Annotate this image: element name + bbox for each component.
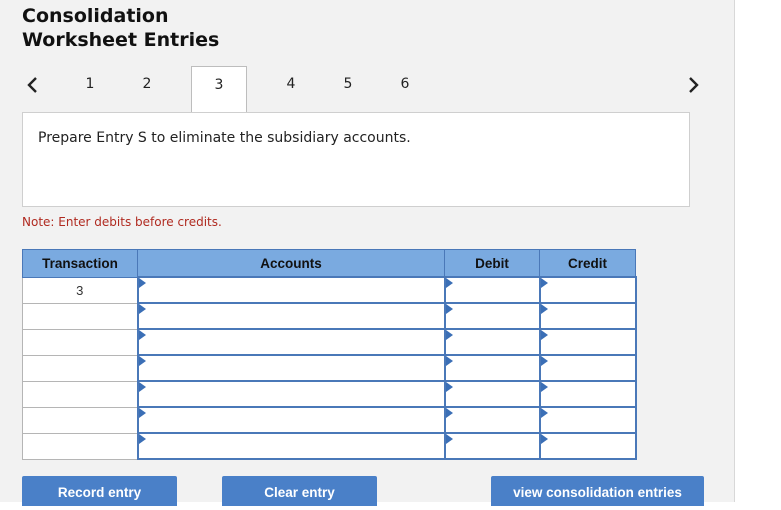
debit-input[interactable]: [443, 432, 541, 460]
debit-input[interactable]: [443, 276, 541, 304]
dropdown-marker-icon: [445, 408, 453, 418]
dropdown-marker-icon: [138, 356, 146, 366]
debit-input[interactable]: [443, 328, 541, 356]
credit-input[interactable]: [538, 406, 637, 434]
tab-6[interactable]: 6: [377, 66, 433, 110]
tab-3[interactable]: 3: [191, 66, 247, 112]
dropdown-marker-icon: [138, 408, 146, 418]
credit-input[interactable]: [538, 354, 637, 382]
credit-input[interactable]: [538, 302, 637, 330]
title-line-1: Consolidation: [22, 5, 169, 27]
table-row: 3: [22, 276, 637, 304]
dropdown-marker-icon: [540, 382, 548, 392]
dropdown-marker-icon: [138, 382, 146, 392]
worksheet-panel: Consolidation Worksheet Entries 1 2 3 4 …: [0, 0, 735, 506]
account-input[interactable]: [136, 354, 446, 382]
account-input[interactable]: [136, 328, 446, 356]
note-text: Note: Enter debits before credits.: [22, 215, 222, 229]
dropdown-marker-icon: [540, 356, 548, 366]
header-credit: Credit: [539, 249, 636, 278]
header-debit: Debit: [444, 249, 540, 278]
transaction-cell: [22, 406, 138, 434]
table-row: [22, 354, 637, 382]
transaction-cell: [22, 328, 138, 356]
transaction-cell: [22, 432, 138, 460]
dropdown-marker-icon: [138, 278, 146, 288]
dropdown-marker-icon: [540, 278, 548, 288]
title-line-2: Worksheet Entries: [22, 29, 220, 51]
credit-input[interactable]: [538, 432, 637, 460]
header-transaction: Transaction: [22, 249, 138, 278]
dropdown-marker-icon: [138, 434, 146, 444]
dropdown-marker-icon: [445, 356, 453, 366]
dropdown-marker-icon: [540, 434, 548, 444]
table-row: [22, 406, 637, 434]
debit-input[interactable]: [443, 380, 541, 408]
dropdown-marker-icon: [445, 434, 453, 444]
table-row: [22, 380, 637, 408]
transaction-cell: [22, 354, 138, 382]
account-input[interactable]: [136, 406, 446, 434]
entry-tabs: 1 2 3 4 5 6: [0, 66, 734, 112]
tab-5[interactable]: 5: [320, 66, 376, 110]
dropdown-marker-icon: [540, 330, 548, 340]
dropdown-marker-icon: [138, 304, 146, 314]
instruction-box: Prepare Entry S to eliminate the subsidi…: [22, 112, 690, 207]
credit-input[interactable]: [538, 380, 637, 408]
dropdown-marker-icon: [445, 304, 453, 314]
dropdown-marker-icon: [445, 278, 453, 288]
credit-input[interactable]: [538, 328, 637, 356]
chevron-left-icon[interactable]: [22, 74, 44, 96]
account-input[interactable]: [136, 380, 446, 408]
transaction-cell: [22, 380, 138, 408]
account-input[interactable]: [136, 302, 446, 330]
table-row: [22, 302, 637, 330]
dropdown-marker-icon: [138, 330, 146, 340]
dropdown-marker-icon: [540, 304, 548, 314]
transaction-cell: 3: [22, 276, 138, 304]
tab-4[interactable]: 4: [263, 66, 319, 110]
table-header-row: Transaction Accounts Debit Credit: [22, 249, 636, 278]
credit-input[interactable]: [538, 276, 637, 304]
dropdown-marker-icon: [445, 382, 453, 392]
table-row: [22, 432, 637, 460]
chevron-right-icon[interactable]: [682, 74, 704, 96]
account-input[interactable]: [136, 276, 446, 304]
transaction-cell: [22, 302, 138, 330]
journal-entry-table: Transaction Accounts Debit Credit 3: [22, 249, 637, 460]
dropdown-marker-icon: [445, 330, 453, 340]
table-row: [22, 328, 637, 356]
debit-input[interactable]: [443, 406, 541, 434]
account-input[interactable]: [136, 432, 446, 460]
tab-1[interactable]: 1: [62, 66, 118, 110]
tab-2[interactable]: 2: [119, 66, 175, 110]
dropdown-marker-icon: [540, 408, 548, 418]
header-accounts: Accounts: [137, 249, 445, 278]
debit-input[interactable]: [443, 354, 541, 382]
debit-input[interactable]: [443, 302, 541, 330]
page-title: Consolidation Worksheet Entries: [22, 4, 219, 52]
